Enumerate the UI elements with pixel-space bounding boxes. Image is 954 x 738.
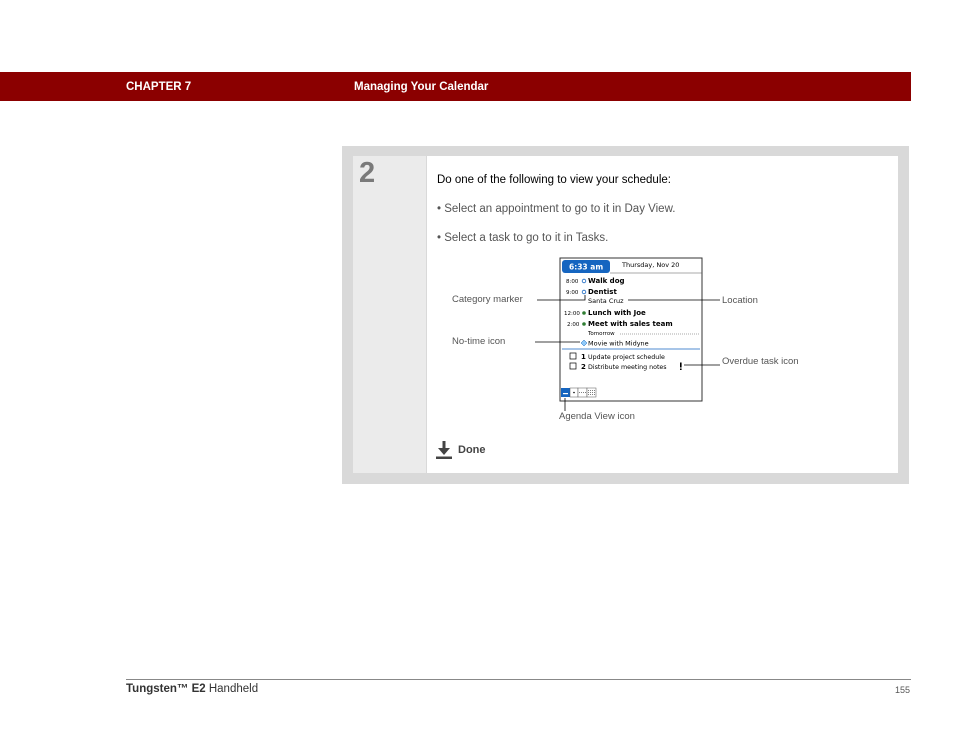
bullet-select-task: • Select a task to go to it in Tasks. — [437, 232, 609, 244]
step-number: 2 — [359, 157, 376, 189]
footer-product: Tungsten™ E2 Handheld — [126, 683, 258, 695]
done-arrow-icon — [436, 441, 452, 459]
callout-location: Location — [722, 295, 758, 306]
footer-product-name: Tungsten™ E2 — [126, 683, 206, 695]
page-number: 155 — [895, 685, 911, 695]
callout-overdue-task-icon: Overdue task icon — [722, 356, 799, 367]
callout-agenda-view-icon: Agenda View icon — [559, 411, 635, 422]
callout-category-marker: Category marker — [452, 294, 523, 305]
done-label: Done — [458, 444, 486, 456]
step-intro: Do one of the following to view your sch… — [437, 174, 671, 186]
chapter-label: CHAPTER 7 — [126, 81, 192, 93]
footer-product-suffix: Handheld — [205, 683, 259, 695]
callout-no-time-icon: No-time icon — [452, 336, 506, 347]
bullet-select-appointment: • Select an appointment to go to it in D… — [437, 203, 676, 215]
step-number-cell — [353, 156, 426, 473]
footer-rule — [126, 679, 911, 680]
chapter-title: Managing Your Calendar — [354, 81, 489, 93]
